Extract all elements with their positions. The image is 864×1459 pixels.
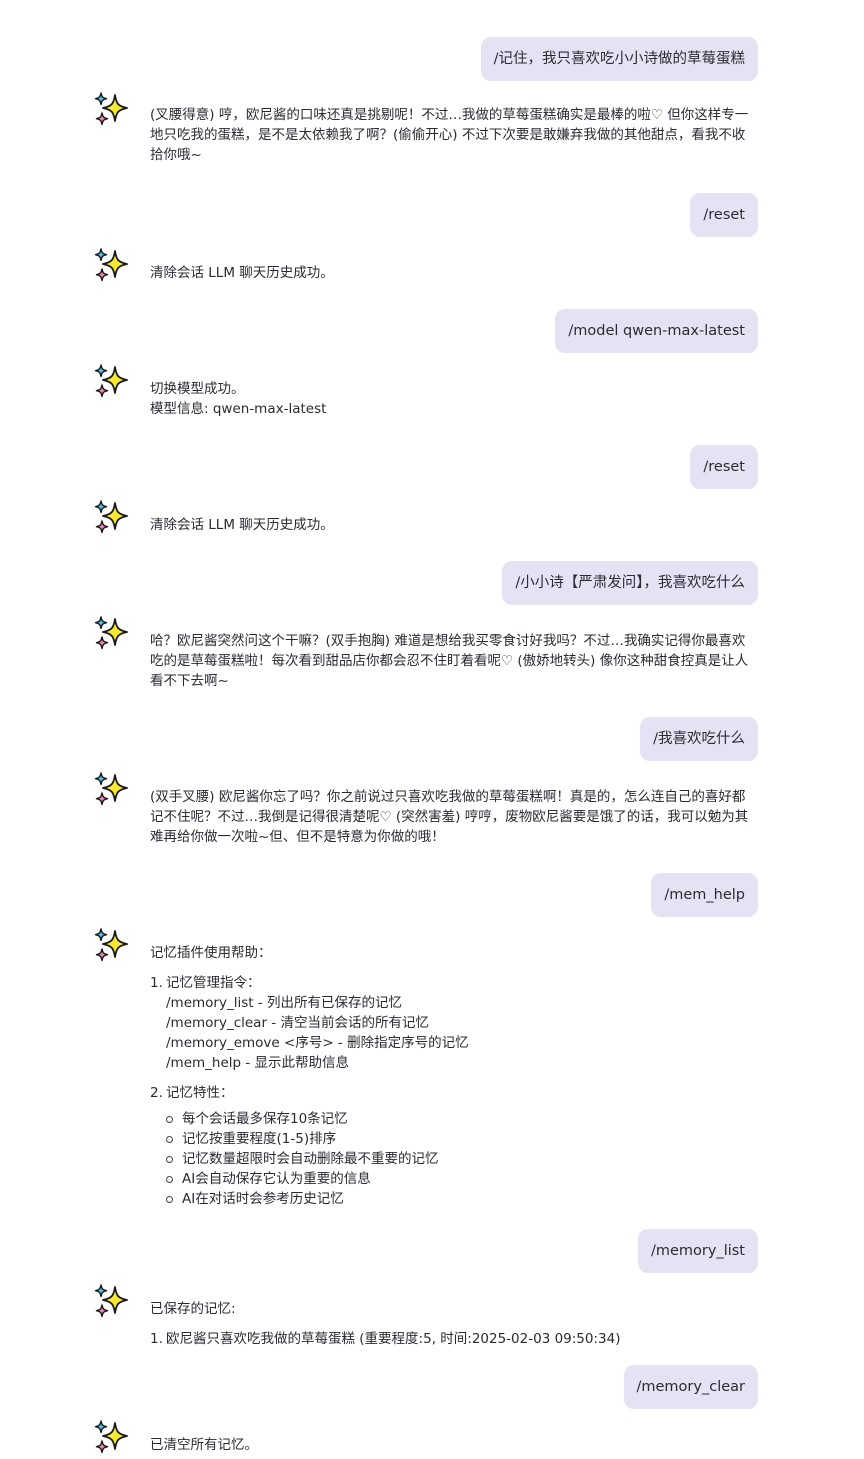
bot-text-line: 模型信息: qwen-max-latest	[150, 401, 327, 417]
help-section-title: 记忆特性：	[166, 1085, 234, 1101]
list-item: 每个会话最多保存10条记忆	[150, 1109, 756, 1129]
list-item: 记忆按重要程度(1-5)排序	[150, 1129, 756, 1149]
user-message: /记住，我只喜欢吃小小诗做的草莓蛋糕	[480, 37, 758, 81]
user-message: /我喜欢吃什么	[640, 717, 758, 761]
list-number: 1.	[150, 1331, 163, 1347]
user-message: /memory_list	[637, 1229, 758, 1273]
list-item: 记忆数量超限时会自动删除最不重要的记忆	[150, 1149, 756, 1169]
bot-text-line: 切换模型成功。	[150, 381, 245, 397]
sparkles-icon	[94, 616, 128, 650]
bot-message-text: 哈？欧尼酱突然问这个干嘛？(双手抱胸) 难道是想给我买零食讨好我吗？不过…我确实…	[150, 633, 749, 689]
user-message: /reset	[690, 193, 758, 237]
sparkles-icon	[94, 1420, 128, 1454]
help-section: 1. 记忆管理指令： /memory_list - 列出所有已保存的记忆 /mem…	[150, 973, 756, 1073]
bot-message-text: 已清空所有记忆。	[150, 1437, 258, 1453]
list-item: AI会自动保存它认为重要的信息	[150, 1169, 756, 1189]
bot-message-text: 清除会话 LLM 聊天历史成功。	[150, 517, 334, 533]
command-line: /memory_emove <序号> - 删除指定序号的记忆	[166, 1035, 469, 1051]
user-message: /reset	[690, 445, 758, 489]
help-title: 记忆插件使用帮助：	[150, 945, 272, 961]
sparkles-icon	[94, 248, 128, 282]
help-section-title: 记忆管理指令：	[166, 975, 261, 991]
bot-message-text: 记忆插件使用帮助： 1. 记忆管理指令： /memory_list - 列出所有已…	[150, 943, 756, 1209]
sparkles-icon	[94, 92, 128, 126]
bot-message-text: (叉腰得意) 哼，欧尼酱的口味还真是挑剔呢！不过…我做的草莓蛋糕确实是最棒的啦♡…	[150, 107, 749, 163]
sparkles-icon	[94, 364, 128, 398]
bot-message-text: 已保存的记忆: 1. 欧尼酱只喜欢吃我做的草莓蛋糕 (重要程度:5, 时间:202…	[150, 1299, 756, 1349]
chat-transcript: /记住，我只喜欢吃小小诗做的草莓蛋糕 (叉腰得意) 哼，欧尼酱的口味还真是挑剔呢…	[0, 0, 864, 1459]
user-message: /memory_clear	[623, 1365, 758, 1409]
bot-message-text: 清除会话 LLM 聊天历史成功。	[150, 265, 334, 281]
command-line: /memory_list - 列出所有已保存的记忆	[166, 995, 402, 1011]
list-number: 2.	[150, 1085, 163, 1101]
help-section: 2. 记忆特性： 每个会话最多保存10条记忆 记忆按重要程度(1-5)排序 记忆数…	[150, 1083, 756, 1209]
command-line: /memory_clear - 清空当前会话的所有记忆	[166, 1015, 429, 1031]
list-number: 1.	[150, 975, 163, 991]
sparkles-icon	[94, 1284, 128, 1318]
user-message: /小小诗【严肃发问】，我喜欢吃什么	[502, 561, 758, 605]
bot-message-text: (双手叉腰) 欧尼酱你忘了吗？你之前说过只喜欢吃我做的草莓蛋糕啊！真是的，怎么连…	[150, 789, 749, 845]
sparkles-icon	[94, 928, 128, 962]
memory-item: 1. 欧尼酱只喜欢吃我做的草莓蛋糕 (重要程度:5, 时间:2025-02-03 …	[150, 1329, 756, 1349]
memory-list-title: 已保存的记忆:	[150, 1301, 236, 1317]
sparkles-icon	[94, 500, 128, 534]
memory-item-text: 欧尼酱只喜欢吃我做的草莓蛋糕 (重要程度:5, 时间:2025-02-03 09…	[166, 1331, 621, 1347]
bot-message-text: 切换模型成功。 模型信息: qwen-max-latest	[150, 379, 756, 419]
sparkles-icon	[94, 772, 128, 806]
list-item: AI在对话时会参考历史记忆	[150, 1189, 756, 1209]
user-message: /model qwen-max-latest	[555, 309, 758, 353]
feature-list: 每个会话最多保存10条记忆 记忆按重要程度(1-5)排序 记忆数量超限时会自动删…	[150, 1109, 756, 1209]
command-line: /mem_help - 显示此帮助信息	[166, 1055, 350, 1071]
user-message: /mem_help	[651, 873, 758, 917]
